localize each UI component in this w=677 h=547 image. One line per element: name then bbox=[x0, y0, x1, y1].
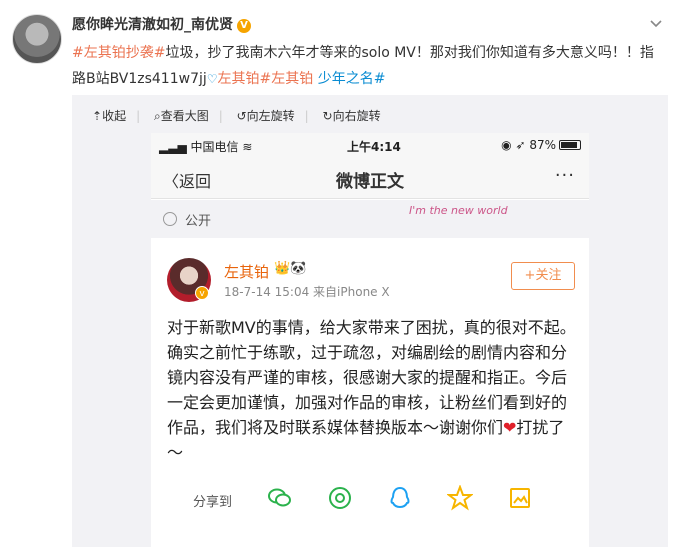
phone-screenshot[interactable]: ▂▃▅ 中国电信 ≋ 上午4:14 ◉ ➶ 87% 〈返回 微博正文 ··· 公… bbox=[151, 133, 589, 547]
wechat-icon[interactable] bbox=[267, 485, 293, 511]
visibility-label: 公开 bbox=[185, 214, 212, 229]
collapse-button[interactable]: ⇡收起 bbox=[92, 107, 126, 124]
status-right: ◉ ➶ 87% bbox=[501, 138, 581, 152]
media-toolbar: ⇡收起 | ⌕查看大图 | ↺向左旋转 | ↻向右旋转 bbox=[92, 107, 391, 124]
wifi-icon: ≋ bbox=[242, 140, 253, 154]
mention-link[interactable]: 左其铂 bbox=[218, 71, 260, 87]
status-bar: ▂▃▅ 中国电信 ≋ 上午4:14 ◉ ➶ 87% bbox=[151, 133, 589, 159]
verified-icon: V bbox=[237, 19, 251, 33]
qzone-star-icon[interactable] bbox=[447, 485, 473, 511]
hashtag-link-2[interactable]: #左其铂 bbox=[260, 71, 314, 87]
divider: | bbox=[304, 109, 309, 123]
rotate-left-icon: ↺ bbox=[236, 109, 247, 123]
battery-icon bbox=[559, 140, 581, 150]
view-large-button[interactable]: ⌕查看大图 bbox=[154, 107, 209, 124]
badge-icons: 👑🐼 bbox=[274, 261, 306, 276]
qq-icon[interactable] bbox=[387, 485, 413, 511]
post-text-line2: 路B站BV1zs411w7jj bbox=[72, 71, 207, 87]
page-title: 微博正文 bbox=[336, 172, 404, 192]
status-time: 上午4:14 bbox=[347, 140, 401, 154]
verified-icon: v bbox=[195, 286, 209, 300]
username-text[interactable]: 愿你眸光清澈如初_南优贤 bbox=[72, 17, 233, 33]
post-text: #左其铂抄袭#垃圾，抄了我南木六年才等来的solo MV！那对我们你知道有多大意… bbox=[72, 40, 662, 92]
rotate-right-icon: ↻ bbox=[322, 109, 333, 123]
crown-icon: 👑 bbox=[274, 261, 291, 276]
save-image-icon[interactable] bbox=[507, 485, 533, 511]
follow-button[interactable]: +关注 bbox=[511, 262, 575, 290]
username[interactable]: 愿你眸光清澈如初_南优贤 V bbox=[72, 14, 251, 34]
carrier: ▂▃▅ 中国电信 ≋ bbox=[159, 140, 253, 154]
rotate-left-button[interactable]: ↺向左旋转 bbox=[237, 107, 295, 124]
more-icon[interactable]: ··· bbox=[555, 165, 575, 186]
hashtag-link-3[interactable]: 少年之名# bbox=[318, 71, 386, 87]
author-name[interactable]: 左其铂 bbox=[224, 261, 269, 282]
globe-icon bbox=[163, 212, 177, 226]
post-text-body: 垃圾，抄了我南木六年才等来的solo MV！那对我们你知道有多大意义吗！！指 bbox=[165, 45, 654, 61]
divider: | bbox=[136, 109, 141, 123]
signal-icon: ▂▃▅ bbox=[159, 140, 187, 154]
rotate-right-button[interactable]: ↻向右旋转 bbox=[323, 107, 381, 124]
watermark: I'm the new world bbox=[409, 204, 508, 217]
link-icon: ♡ bbox=[206, 72, 218, 86]
divider: | bbox=[218, 109, 223, 123]
collapse-icon: ⇡ bbox=[92, 109, 103, 123]
share-bar: 分享到 bbox=[151, 483, 589, 517]
panda-icon: 🐼 bbox=[290, 261, 307, 276]
nav-bar: 〈返回 微博正文 ··· bbox=[151, 159, 589, 199]
hashtag-link[interactable]: #左其铂抄袭# bbox=[72, 45, 165, 61]
visibility-row: 公开 I'm the new world bbox=[151, 200, 589, 238]
lock-rotation-icon: ◉ bbox=[501, 138, 512, 152]
heart-icon: ❤ bbox=[503, 418, 517, 437]
location-icon: ➶ bbox=[515, 138, 526, 152]
post-meta: 18-7-14 15:04 来自iPhone X bbox=[224, 285, 390, 299]
chevron-down-icon[interactable] bbox=[649, 16, 663, 30]
weibo-body: 对于新歌MV的事情，给大家带来了困扰，真的很对不起。确实之前忙于练歌，过于疏忽，… bbox=[167, 315, 577, 465]
search-icon: ⌕ bbox=[153, 109, 161, 123]
share-label: 分享到 bbox=[193, 495, 233, 510]
moments-icon[interactable] bbox=[327, 485, 353, 511]
avatar[interactable] bbox=[12, 14, 62, 64]
